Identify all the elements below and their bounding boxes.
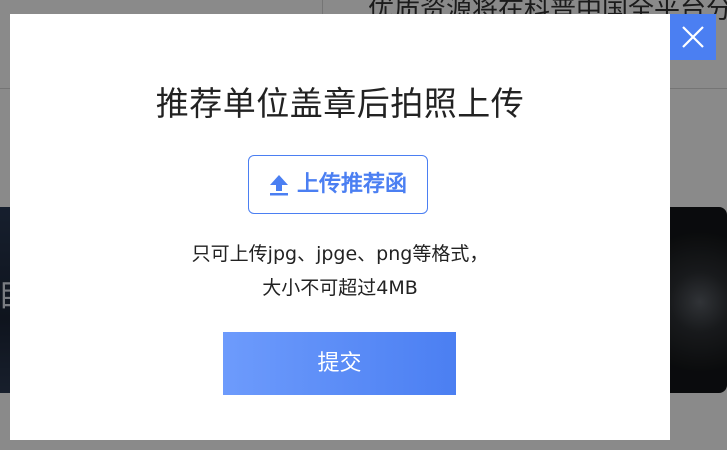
upload-recommendation-button[interactable]: 上传推荐函 — [248, 155, 428, 214]
modal-title: 推荐单位盖章后拍照上传 — [155, 84, 525, 123]
close-button[interactable] — [670, 14, 716, 60]
close-icon — [681, 25, 705, 49]
size-hint: 大小不可超过4MB — [262, 277, 418, 299]
upload-modal: 推荐单位盖章后拍照上传 上传推荐函 只可上传jpg、jpge、png等格式， 大… — [10, 14, 670, 440]
upload-arrow-icon — [269, 174, 289, 196]
format-hint: 只可上传jpg、jpge、png等格式， — [191, 243, 489, 265]
submit-button[interactable]: 提交 — [223, 332, 456, 395]
upload-button-label: 上传推荐函 — [296, 171, 407, 197]
